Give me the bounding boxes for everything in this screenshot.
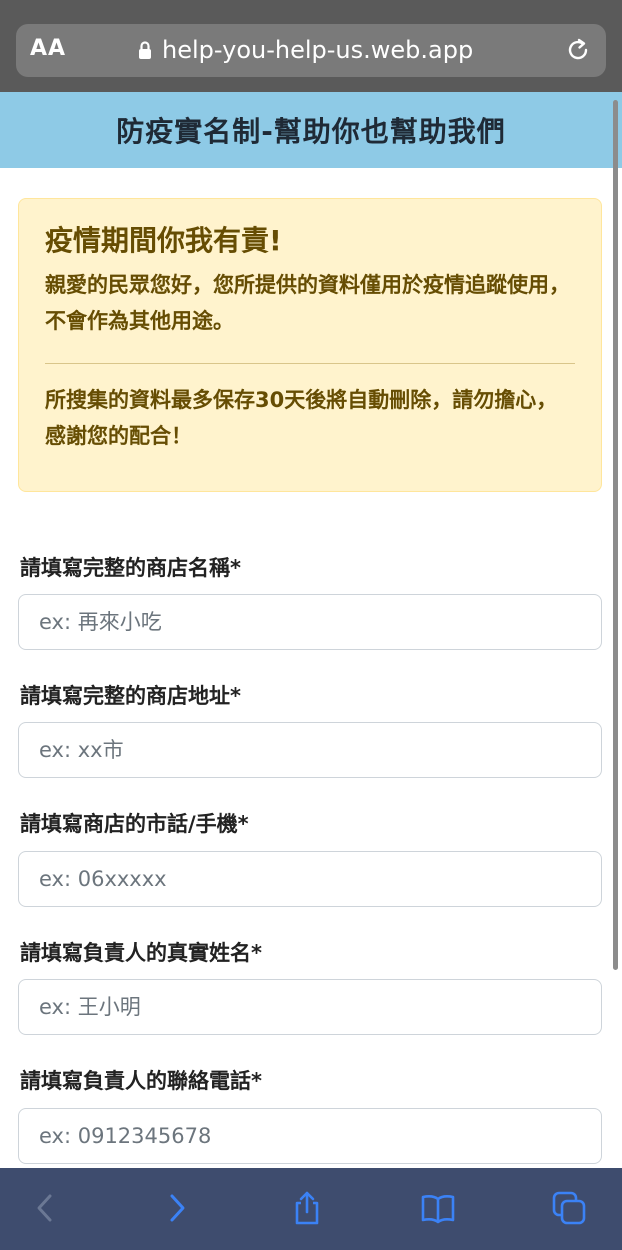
text-size-label: AA: [30, 36, 67, 61]
store-address-label: 請填寫完整的商店地址*: [20, 684, 241, 708]
chevron-left-icon[interactable]: [28, 1190, 64, 1226]
store-phone-label: 請填寫商店的市話/手機*: [20, 812, 249, 836]
browser-top-bar: AA help-you-help-us.web.app: [0, 0, 622, 92]
chevron-right-icon[interactable]: [158, 1190, 194, 1226]
notice-heading: 疫情期間你我有責!: [45, 224, 282, 257]
web-page[interactable]: 防疫實名制-幫助你也幫助我們 疫情期間你我有責! 親愛的民眾您好，您所提供的資料…: [0, 92, 622, 1168]
page-header: 防疫實名制-幫助你也幫助我們: [0, 92, 622, 168]
owner-name-label: 請填寫負責人的真實姓名*: [20, 941, 262, 965]
text-size-button[interactable]: AA: [30, 36, 66, 61]
book-icon[interactable]: [420, 1190, 456, 1226]
share-icon[interactable]: [289, 1190, 325, 1226]
notice-divider: [45, 363, 575, 364]
notice-paragraph-1: 親愛的民眾您好，您所提供的資料僅用於疫情追蹤使用，不會作為其他用途。: [45, 273, 570, 333]
url-text: help-you-help-us.web.app: [162, 36, 474, 64]
url-display[interactable]: help-you-help-us.web.app: [138, 36, 473, 64]
scrollbar[interactable]: [613, 100, 618, 970]
store-address-input[interactable]: [18, 722, 602, 778]
store-phone-input[interactable]: [18, 851, 602, 907]
reload-icon[interactable]: [564, 36, 592, 64]
tabs-icon[interactable]: [551, 1190, 587, 1226]
notice-alert: 疫情期間你我有責! 親愛的民眾您好，您所提供的資料僅用於疫情追蹤使用，不會作為其…: [18, 198, 602, 492]
store-name-label: 請填寫完整的商店名稱*: [20, 556, 241, 580]
address-bar[interactable]: AA help-you-help-us.web.app: [16, 24, 606, 77]
store-name-input[interactable]: [18, 594, 602, 650]
owner-name-input[interactable]: [18, 979, 602, 1035]
browser-toolbar: [0, 1168, 622, 1250]
page-title: 防疫實名制-幫助你也幫助我們: [116, 115, 506, 148]
notice-paragraph-2: 所搜集的資料最多保存30天後將自動刪除，請勿擔心，感謝您的配合！: [45, 388, 558, 448]
lock-icon: [139, 41, 151, 59]
owner-phone-label: 請填寫負責人的聯絡電話*: [20, 1069, 262, 1093]
owner-phone-input[interactable]: [18, 1108, 602, 1164]
